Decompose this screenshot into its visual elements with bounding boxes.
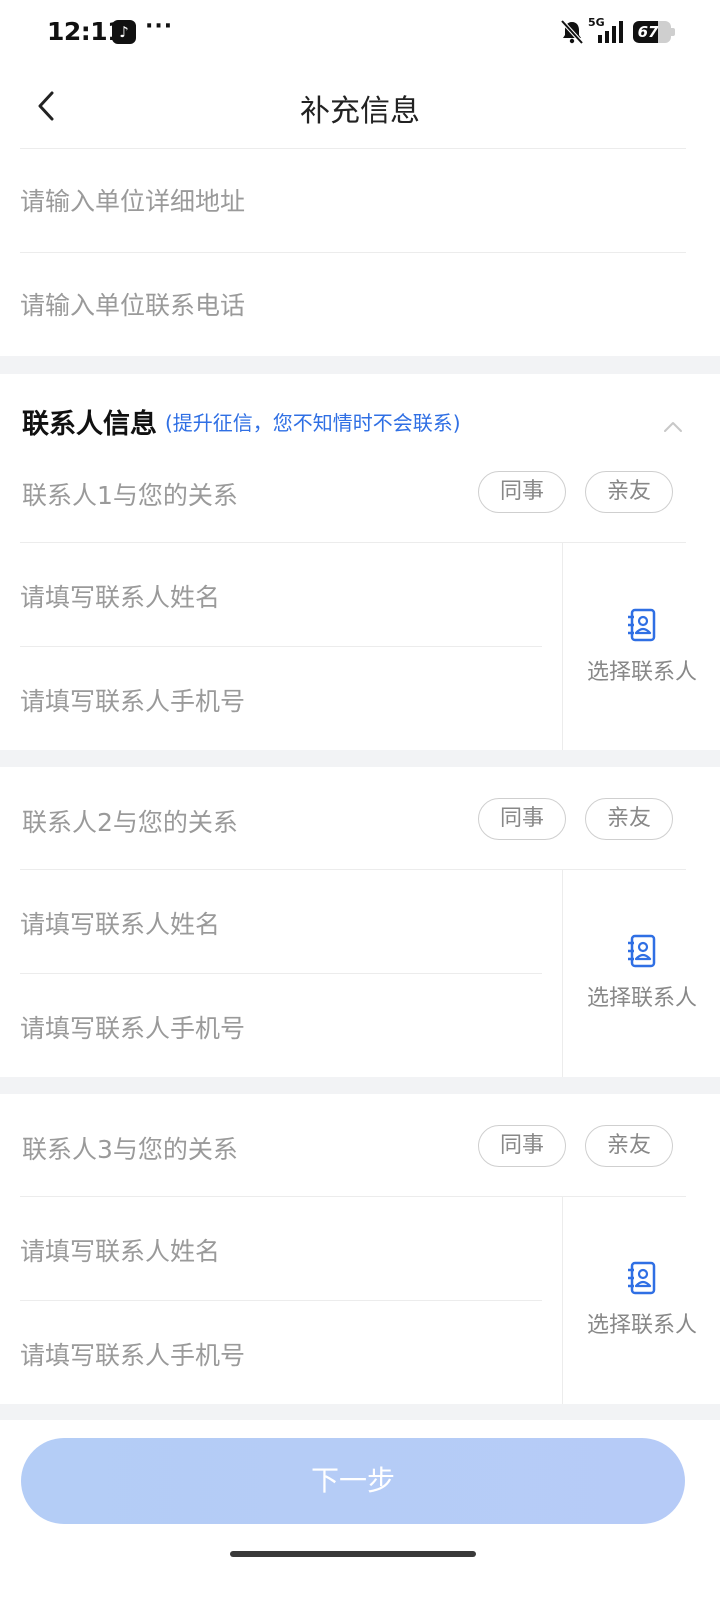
contacts-section-hint: (提升征信，您不知情时不会联系) bbox=[165, 411, 461, 435]
divider bbox=[20, 973, 542, 974]
next-step-button[interactable]: 下一步 bbox=[21, 1438, 685, 1524]
divider bbox=[20, 148, 686, 149]
section-gap bbox=[0, 356, 720, 374]
pick-contact-label: 选择联系人 bbox=[586, 1313, 697, 1338]
contact-1-phone-input[interactable]: 请填写联系人手机号 bbox=[20, 682, 540, 718]
contact-3-option-colleague[interactable]: 同事 bbox=[478, 1125, 566, 1167]
contact-2-name-input[interactable]: 请填写联系人姓名 bbox=[20, 905, 540, 941]
company-phone-input[interactable]: 请输入单位联系电话 bbox=[20, 254, 686, 358]
page-title: 补充信息 bbox=[300, 94, 420, 129]
contacts-book-icon bbox=[628, 1261, 656, 1295]
status-bar: 12:11 ♪ ··· 5G 67 bbox=[0, 0, 720, 64]
chevron-up-icon[interactable] bbox=[660, 417, 686, 437]
contacts-book-icon bbox=[628, 608, 656, 642]
nav-bar: 补充信息 bbox=[0, 64, 720, 148]
contact-3-pick-button[interactable]: 选择联系人 bbox=[564, 1261, 720, 1339]
section-gap bbox=[0, 1077, 720, 1094]
section-gap bbox=[0, 1404, 720, 1420]
divider bbox=[562, 870, 563, 1077]
battery-icon: 67 bbox=[633, 21, 675, 43]
divider bbox=[20, 252, 686, 253]
contact-1-option-relative[interactable]: 亲友 bbox=[585, 471, 673, 513]
contact-3-relation-label: 联系人3与您的关系 bbox=[22, 1135, 238, 1164]
contact-1-relation-label: 联系人1与您的关系 bbox=[22, 481, 238, 510]
contact-2-pick-button[interactable]: 选择联系人 bbox=[564, 934, 720, 1012]
contacts-section-title: 联系人信息 bbox=[22, 409, 157, 440]
more-notifications-icon: ··· bbox=[145, 14, 174, 39]
pick-contact-label: 选择联系人 bbox=[586, 660, 697, 685]
mute-bell-icon bbox=[560, 19, 584, 45]
pick-contact-label: 选择联系人 bbox=[586, 986, 697, 1011]
section-gap bbox=[0, 750, 720, 767]
signal-icon bbox=[598, 21, 623, 43]
contact-2-phone-input[interactable]: 请填写联系人手机号 bbox=[20, 1009, 540, 1045]
contact-3-name-input[interactable]: 请填写联系人姓名 bbox=[20, 1232, 540, 1268]
company-address-input[interactable]: 请输入单位详细地址 bbox=[20, 150, 686, 254]
contacts-book-icon bbox=[628, 934, 656, 968]
battery-level: 67 bbox=[637, 23, 659, 41]
contact-2-option-colleague[interactable]: 同事 bbox=[478, 798, 566, 840]
contact-1-name-input[interactable]: 请填写联系人姓名 bbox=[20, 578, 540, 614]
contacts-section-header: 联系人信息 (提升征信，您不知情时不会联系) bbox=[22, 402, 461, 442]
home-indicator[interactable] bbox=[230, 1551, 476, 1557]
contact-3-phone-input[interactable]: 请填写联系人手机号 bbox=[20, 1336, 540, 1372]
tiktok-icon: ♪ bbox=[112, 20, 136, 44]
contact-1-pick-button[interactable]: 选择联系人 bbox=[564, 608, 720, 686]
divider bbox=[20, 646, 542, 647]
divider bbox=[20, 1300, 542, 1301]
divider bbox=[562, 543, 563, 750]
contact-2-relation-label: 联系人2与您的关系 bbox=[22, 808, 238, 837]
contact-1-option-colleague[interactable]: 同事 bbox=[478, 471, 566, 513]
contact-3-option-relative[interactable]: 亲友 bbox=[585, 1125, 673, 1167]
contact-2-option-relative[interactable]: 亲友 bbox=[585, 798, 673, 840]
divider bbox=[20, 869, 686, 870]
divider bbox=[562, 1197, 563, 1404]
divider bbox=[20, 1196, 686, 1197]
divider bbox=[20, 542, 686, 543]
